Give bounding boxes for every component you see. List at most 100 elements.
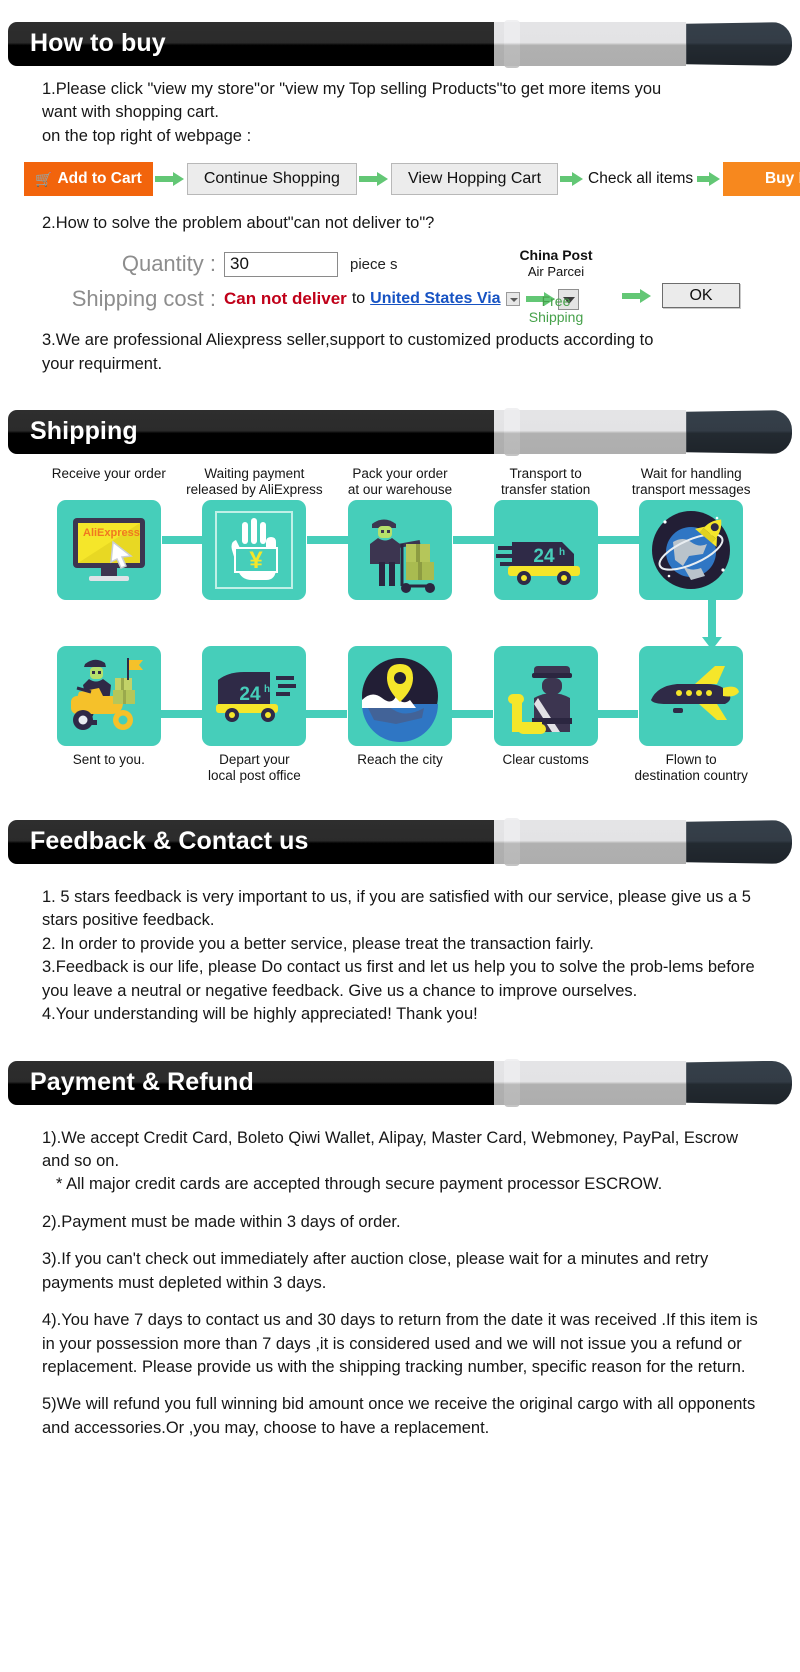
- globe-rocket-icon-art: [652, 511, 731, 590]
- how-to-buy-step1-line1: 1.Please click "view my store"or "view m…: [42, 80, 662, 98]
- truck-24h-icon-art: 24 h: [495, 542, 580, 586]
- how-to-buy-step3-body: 3.We are professional Aliexpress seller,…: [0, 329, 800, 376]
- shipping-step-receive-order: Receive your order AliExpress: [36, 466, 218, 601]
- feedback-line-2: 2. In order to provide you a better serv…: [42, 934, 594, 953]
- shipping-cost-label: Shipping cost :: [71, 286, 216, 312]
- flow-arrow-left-icon: [436, 704, 493, 725]
- monitor-aliexpress-icon: AliExpress: [56, 500, 161, 601]
- how-to-buy-step1-line3: on the top right of webpage :: [42, 126, 252, 145]
- hand-yen-icon-art: ¥: [215, 511, 294, 590]
- section-banner-how-to-buy: How to buy: [8, 20, 792, 68]
- shipping-flow-connector-row: [36, 600, 764, 651]
- banner-end-cap: [686, 410, 792, 455]
- banner-end-cap: [686, 820, 792, 865]
- shipping-calculator-mock: Quantity : piece s Shipping cost : Can n…: [0, 247, 800, 329]
- quantity-label: Quantity :: [121, 251, 216, 277]
- section-banner-feedback: Feedback & Contact us: [8, 818, 792, 867]
- ok-button[interactable]: OK: [662, 283, 740, 309]
- worker-boxes-icon: [347, 500, 452, 601]
- quantity-unit-label: piece s: [350, 255, 398, 273]
- payment-body: 1).We accept Credit Card, Boleto Qiwi Wa…: [0, 1105, 800, 1475]
- banner-light-segment: [494, 22, 687, 66]
- feedback-line-4: 4.Your understanding will be highly appr…: [42, 1005, 478, 1024]
- ok-row: OK: [620, 283, 740, 309]
- page-title-feedback: Feedback & Contact us: [30, 827, 309, 856]
- shipping-flow-top-row: Receive your order AliExpress Waiting pa…: [36, 466, 764, 601]
- quantity-input[interactable]: [224, 251, 338, 277]
- how-to-buy-step1-line2: want with shopping cart.: [42, 103, 220, 122]
- svg-text:h: h: [559, 547, 565, 558]
- shipping-step-wait-handling: Wait for handling transport messages: [618, 466, 764, 601]
- scooter-courier-icon-art: [70, 658, 143, 731]
- country-select-link[interactable]: United States Via: [370, 290, 500, 308]
- shipping-price-value: Free: [541, 293, 571, 310]
- payment-paragraph-1: 1).We accept Credit Card, Boleto Qiwi Wa…: [42, 1128, 739, 1170]
- page-title-shipping: Shipping: [30, 417, 138, 446]
- truck-24h-icon: 24 h: [493, 500, 598, 601]
- banner-light-segment: [494, 1060, 687, 1105]
- carrier-service: Air Parcei: [527, 264, 585, 280]
- scooter-courier-icon: [56, 646, 161, 747]
- shipping-step-pack-order: Pack your order at our warehouse: [327, 466, 509, 601]
- quantity-row: Quantity : piece s: [46, 251, 800, 277]
- carrier-name: China Post: [519, 247, 593, 264]
- customs-officer-icon: [493, 646, 598, 747]
- feedback-line-1: 1. 5 stars feedback is very important to…: [42, 888, 751, 930]
- van-24h-icon-art: 24 h: [216, 672, 297, 723]
- flow-arrow-down-icon: [702, 600, 722, 651]
- flow-arrow-left-icon: [291, 704, 348, 725]
- how-to-buy-step3-line1: 3.We are professional Aliexpress seller,…: [42, 331, 654, 350]
- add-to-cart-button[interactable]: 🛒 Add to Cart: [24, 162, 153, 196]
- banner-collar: [504, 1058, 521, 1107]
- payment-paragraph-2: 2).Payment must be made within 3 days of…: [42, 1212, 401, 1231]
- page-title-payment: Payment & Refund: [30, 1067, 254, 1096]
- flow-arrow-2-icon: [358, 172, 389, 187]
- how-to-buy-step3-line2: your requirment.: [42, 354, 163, 373]
- shipping-step-transport-station: Transport to transfer station 24 h: [473, 466, 655, 601]
- buy-now-button[interactable]: Buy Now: [723, 162, 800, 196]
- shipping-flow-bottom-row: Sent to you. 24 h Depart your local post…: [36, 646, 764, 786]
- shipping-step-caption: Receive your order: [51, 466, 166, 482]
- shipping-step-caption: Transport to transfer station: [500, 466, 591, 498]
- airplane-icon: [639, 646, 744, 747]
- feedback-body: 1. 5 stars feedback is very important to…: [0, 864, 800, 1027]
- buy-flow-row: 🛒 Add to Cart Continue Shopping View Hop…: [0, 162, 800, 196]
- how-to-buy-step2-body: 2.How to solve the problem about"can not…: [0, 196, 800, 235]
- shipping-step-caption: Wait for handling transport messages: [631, 466, 751, 498]
- banner-end-cap: [686, 1060, 792, 1105]
- customs-officer-icon-art: [507, 666, 572, 735]
- check-all-items-label: Check all items: [588, 170, 694, 188]
- payment-paragraph-5: 5)We will refund you full winning bid am…: [42, 1395, 756, 1437]
- payment-paragraph-3: 3).If you can't check out immediately af…: [42, 1250, 709, 1292]
- shipping-price: Free Shipping: [508, 293, 604, 325]
- banner-collar: [504, 818, 521, 867]
- flow-arrow-left-icon: [145, 704, 202, 725]
- to-word: to: [351, 290, 366, 308]
- shipping-step-caption: Pack your order at our warehouse: [347, 466, 453, 498]
- svg-text:24: 24: [533, 546, 555, 567]
- monitor-aliexpress-icon-art: AliExpress: [72, 518, 145, 582]
- continue-shopping-button[interactable]: Continue Shopping: [186, 163, 357, 196]
- shipping-step-caption: Sent to you.: [72, 752, 145, 768]
- shipping-price-sub: Shipping: [528, 309, 584, 326]
- payment-paragraph-1-note: * All major credit cards are accepted th…: [56, 1175, 663, 1194]
- how-to-buy-body: 1.Please click "view my store"or "view m…: [0, 66, 800, 148]
- banner-end-cap: [686, 22, 792, 66]
- flow-arrow-1-icon: [154, 172, 185, 187]
- svg-text:24: 24: [240, 684, 262, 705]
- banner-collar: [504, 408, 521, 457]
- shipping-flowchart: Receive your order AliExpress Waiting pa…: [0, 454, 800, 786]
- view-hopping-cart-button[interactable]: View Hopping Cart: [390, 163, 559, 196]
- shipping-step-caption: Flown to destination country: [634, 752, 748, 784]
- shipping-step-caption: Reach the city: [357, 752, 443, 768]
- shipping-step-waiting-payment: Waiting payment released by AliExpress ¥: [182, 466, 364, 601]
- green-arrow-to-ok-icon: [622, 288, 652, 303]
- flow-arrow-left-icon: [582, 704, 639, 725]
- how-to-buy-step2: 2.How to solve the problem about"can not…: [42, 213, 435, 232]
- flow-arrow-4-icon: [697, 172, 721, 187]
- page-title-how-to-buy: How to buy: [30, 29, 166, 57]
- product-description-page: How to buy 1.Please click "view my store…: [0, 0, 800, 1474]
- section-banner-shipping: Shipping: [8, 408, 792, 457]
- globe-rocket-icon: [639, 500, 744, 601]
- hand-yen-icon: ¥: [202, 500, 307, 601]
